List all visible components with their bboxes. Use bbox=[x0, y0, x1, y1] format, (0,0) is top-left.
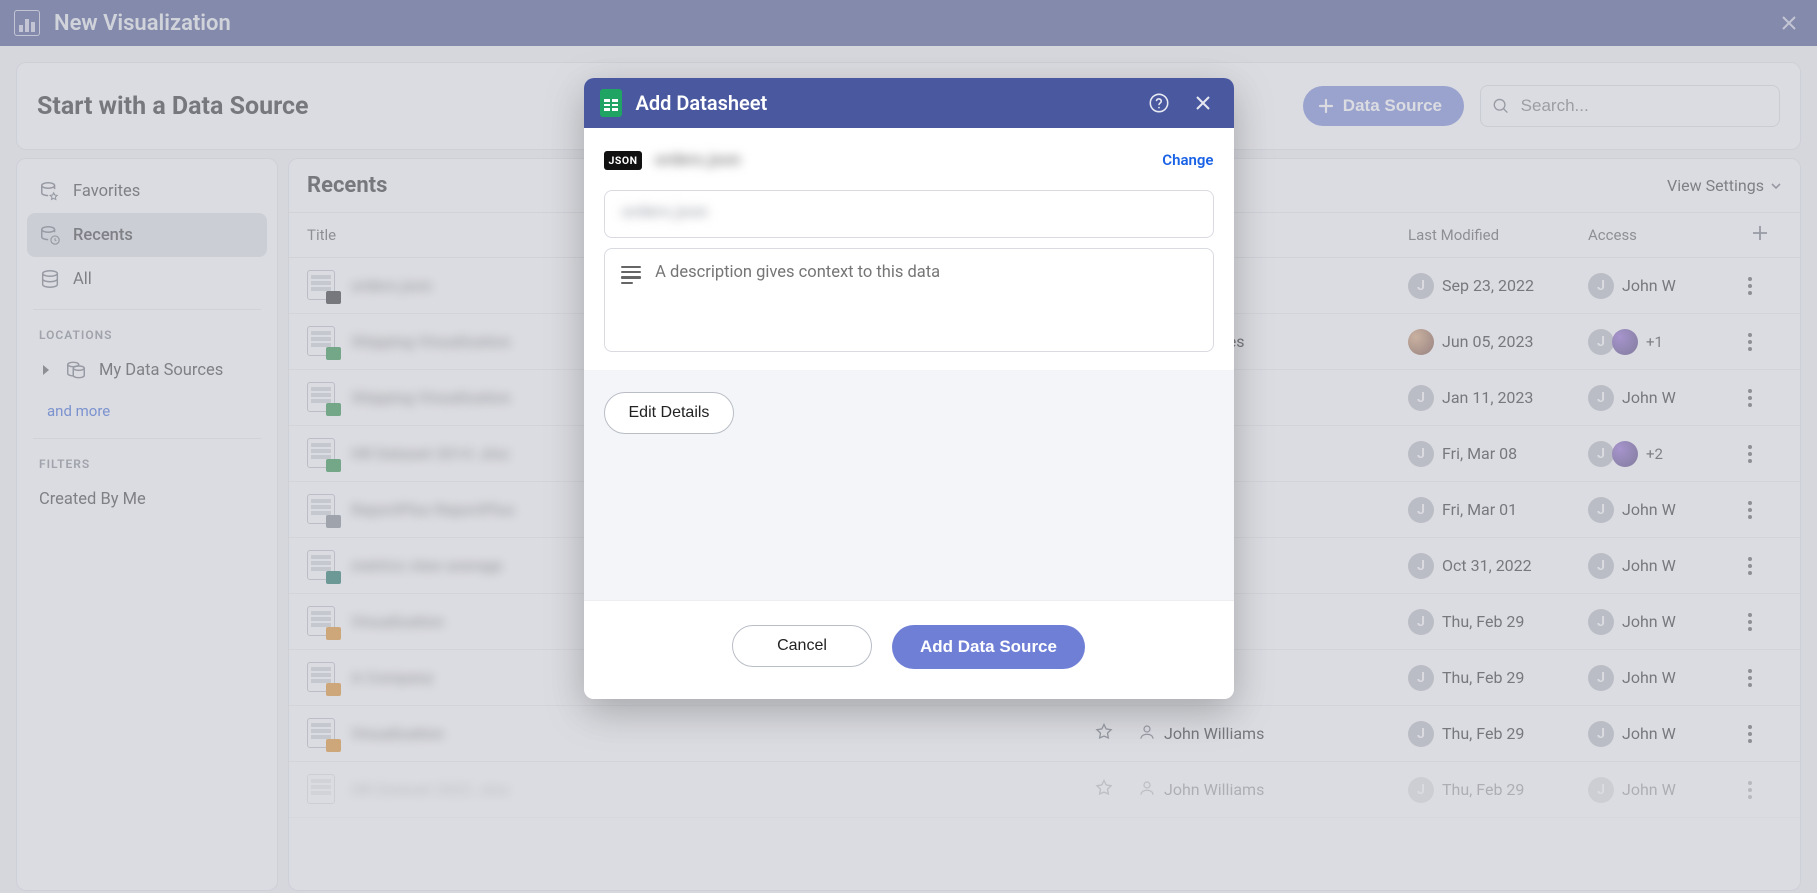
modal-overlay[interactable]: Add Datasheet JSON orders.json Change or… bbox=[0, 0, 1817, 893]
add-data-source-button[interactable]: Add Data Source bbox=[892, 625, 1085, 669]
help-icon[interactable] bbox=[1144, 88, 1174, 118]
change-file-link[interactable]: Change bbox=[1162, 151, 1213, 169]
modal-title: Add Datasheet bbox=[636, 91, 768, 115]
add-datasheet-modal: Add Datasheet JSON orders.json Change or… bbox=[584, 78, 1234, 699]
add-data-source-label: Add Data Source bbox=[920, 637, 1057, 657]
edit-details-button[interactable]: Edit Details bbox=[604, 392, 735, 434]
description-textarea[interactable] bbox=[655, 263, 1196, 337]
modal-filename: orders.json bbox=[654, 150, 740, 170]
modal-sub-panel: Edit Details bbox=[584, 370, 1234, 600]
modal-footer: Cancel Add Data Source bbox=[584, 600, 1234, 699]
cancel-button[interactable]: Cancel bbox=[732, 625, 872, 667]
modal-file-row: JSON orders.json Change bbox=[604, 146, 1214, 174]
modal-header: Add Datasheet bbox=[584, 78, 1234, 128]
description-field[interactable] bbox=[604, 248, 1214, 352]
paragraph-icon bbox=[621, 263, 642, 285]
spreadsheet-icon bbox=[600, 89, 622, 117]
json-badge: JSON bbox=[604, 151, 643, 170]
modal-body: JSON orders.json Change orders.json bbox=[584, 128, 1234, 370]
modal-close-icon[interactable] bbox=[1188, 88, 1218, 118]
datasheet-name-input[interactable] bbox=[604, 190, 1214, 238]
